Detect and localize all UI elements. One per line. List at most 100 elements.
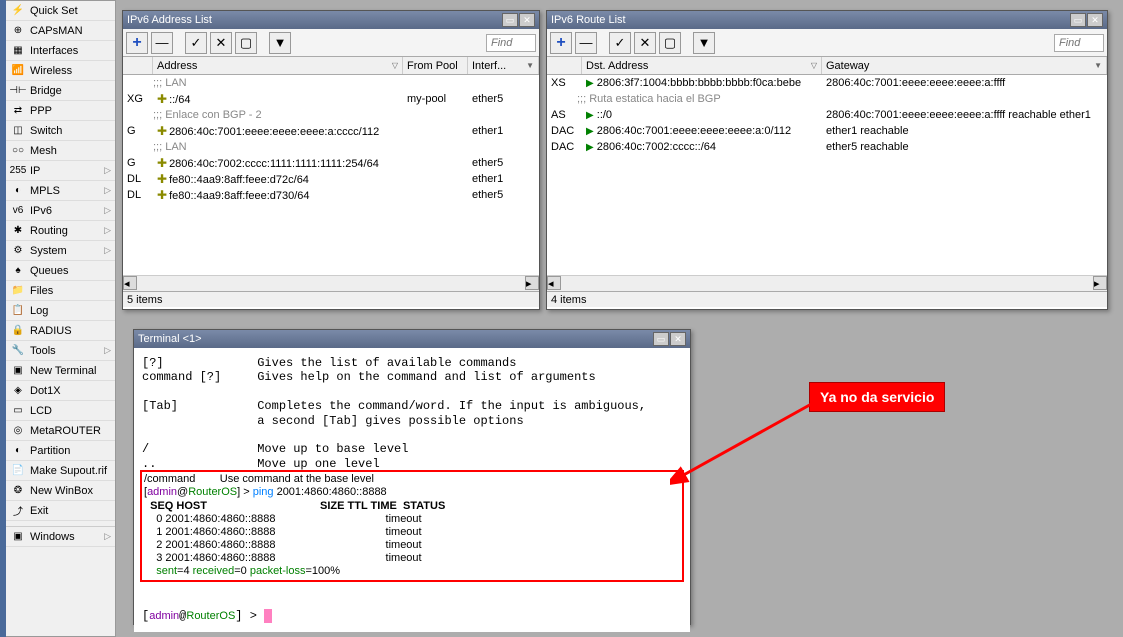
sidebar-item-mpls[interactable]: ◐MPLS▷ [6,181,115,201]
sidebar-item-radius[interactable]: 🔒RADIUS [6,321,115,341]
route-icon: ▶ [586,142,594,153]
table-row[interactable]: XS▶ 2806:3f7:1004:bbbb:bbbb:bbbb:f0ca:be… [547,75,1107,91]
comment-button[interactable]: ▢ [235,32,257,54]
interface-cell: ether1 [468,125,539,137]
sidebar-item-label: Routing [30,225,68,237]
filter-button[interactable]: ▼ [693,32,715,54]
sidebar-item-label: Windows [30,531,75,543]
horizontal-scrollbar[interactable]: ◂▸ [547,275,1107,291]
table-row[interactable]: DL✚fe80::4aa9:8aff:feee:d72c/64ether1 [123,171,539,187]
add-button[interactable]: + [550,32,572,54]
window-titlebar[interactable]: IPv6 Route List ▭ ✕ [547,11,1107,29]
col-address[interactable]: Address▽ [153,57,403,74]
find-input[interactable] [486,34,536,52]
sidebar-item-bridge[interactable]: ⊣⊢Bridge [6,81,115,101]
flag-cell: DL [123,173,153,185]
sidebar-item-wireless[interactable]: 📶Wireless [6,61,115,81]
sidebar-item-capsman[interactable]: ⊕CAPsMAN [6,21,115,41]
flag-cell: G [123,157,153,169]
menu-icon: 255 [10,163,26,179]
col-gateway[interactable]: Gateway▼ [822,57,1107,74]
table-row[interactable]: G✚2806:40c:7001:eeee:eeee:eeee:a:cccc/11… [123,123,539,139]
menu-icon: ⤴ [10,503,26,519]
table-row[interactable]: AS▶ ::/02806:40c:7001:eeee:eeee:eeee:a:f… [547,107,1107,123]
menu-icon: 🔧 [10,343,26,359]
table-row[interactable]: DAC▶ 2806:40c:7002:cccc::/64ether5 reach… [547,139,1107,155]
sidebar-item-dot1x[interactable]: ◈Dot1X [6,381,115,401]
minimize-button[interactable]: ▭ [502,13,518,27]
flag-cell: XS [547,77,582,89]
find-input[interactable] [1054,34,1104,52]
submenu-arrow-icon: ▷ [104,531,111,542]
terminal-output[interactable]: [?] Gives the list of available commands… [134,348,690,632]
col-frompool[interactable]: From Pool [403,57,468,74]
col-interface[interactable]: Interf...▼ [468,57,539,74]
horizontal-scrollbar[interactable]: ◂▸ [123,275,539,291]
add-button[interactable]: + [126,32,148,54]
annotation-arrow [670,397,830,487]
sidebar-item-routing[interactable]: ✱Routing▷ [6,221,115,241]
sidebar-item-log[interactable]: 📋Log [6,301,115,321]
window-titlebar[interactable]: IPv6 Address List ▭ ✕ [123,11,539,29]
comment-button[interactable]: ▢ [659,32,681,54]
sidebar-item-ppp[interactable]: ⇄PPP [6,101,115,121]
window-titlebar[interactable]: Terminal <1> ▭ ✕ [134,330,690,348]
sidebar-item-quick-set[interactable]: ⚡Quick Set [6,1,115,21]
table-row[interactable]: XG✚::/64my-poolether5 [123,91,539,107]
close-button[interactable]: ✕ [1087,13,1103,27]
route-table-body[interactable]: XS▶ 2806:3f7:1004:bbbb:bbbb:bbbb:f0ca:be… [547,75,1107,275]
remove-button[interactable]: — [151,32,173,54]
flag-cell: DL [123,189,153,201]
menu-icon: ◐ [10,443,26,459]
sidebar-item-interfaces[interactable]: ▦Interfaces [6,41,115,61]
disable-button[interactable]: ✕ [210,32,232,54]
sidebar-item-ipv6[interactable]: v6IPv6▷ [6,201,115,221]
dst-cell: ▶ 2806:40c:7002:cccc::/64 [582,141,822,153]
table-row[interactable]: DL✚fe80::4aa9:8aff:feee:d730/64ether5 [123,187,539,203]
sidebar-item-lcd[interactable]: ▭LCD [6,401,115,421]
submenu-arrow-icon: ▷ [104,185,111,196]
menu-icon: ✱ [10,223,26,239]
minimize-button[interactable]: ▭ [653,332,669,346]
sidebar-item-mesh[interactable]: ○○Mesh [6,141,115,161]
table-row[interactable]: DAC▶ 2806:40c:7001:eeee:eeee:eeee:a:0/11… [547,123,1107,139]
sidebar-item-switch[interactable]: ◫Switch [6,121,115,141]
sidebar-item-files[interactable]: 📁Files [6,281,115,301]
interface-cell: ether5 [468,93,539,105]
remove-button[interactable]: — [575,32,597,54]
sidebar-item-windows[interactable]: ▣Windows▷ [6,527,115,547]
table-row[interactable]: G✚2806:40c:7002:cccc:1111:1111:1111:254/… [123,155,539,171]
sidebar-item-ip[interactable]: 255IP▷ [6,161,115,181]
table-row[interactable]: ;;; LAN [123,139,539,155]
sidebar-item-exit[interactable]: ⤴Exit [6,501,115,521]
submenu-arrow-icon: ▷ [104,165,111,176]
sidebar-item-new-terminal[interactable]: ▣New Terminal [6,361,115,381]
menu-icon: ▦ [10,43,26,59]
sidebar-item-make-supout.rif[interactable]: 📄Make Supout.rif [6,461,115,481]
table-row[interactable]: ;;; Ruta estatica hacia el BGP [547,91,1107,107]
sidebar-item-label: PPP [30,105,52,117]
table-row[interactable]: ;;; Enlace con BGP - 2 [123,107,539,123]
enable-button[interactable]: ✓ [185,32,207,54]
filter-button[interactable]: ▼ [269,32,291,54]
address-table-body[interactable]: ;;; LANXG✚::/64my-poolether5;;; Enlace c… [123,75,539,275]
sidebar-item-label: System [30,245,67,257]
sidebar-item-queues[interactable]: ♠Queues [6,261,115,281]
menu-icon: 📄 [10,463,26,479]
sidebar-item-system[interactable]: ⚙System▷ [6,241,115,261]
sidebar-item-label: New Terminal [30,365,96,377]
close-button[interactable]: ✕ [670,332,686,346]
sidebar-item-partition[interactable]: ◐Partition [6,441,115,461]
enable-button[interactable]: ✓ [609,32,631,54]
sidebar-item-tools[interactable]: 🔧Tools▷ [6,341,115,361]
ipv6-address-list-window: IPv6 Address List ▭ ✕ + — ✓ ✕ ▢ ▼ Addres… [122,10,540,310]
minimize-button[interactable]: ▭ [1070,13,1086,27]
interface-cell: ether1 [468,173,539,185]
sidebar-item-metarouter[interactable]: ◎MetaROUTER [6,421,115,441]
table-row[interactable]: ;;; LAN [123,75,539,91]
disable-button[interactable]: ✕ [634,32,656,54]
close-button[interactable]: ✕ [519,13,535,27]
sidebar-item-new-winbox[interactable]: ❂New WinBox [6,481,115,501]
col-dst[interactable]: Dst. Address▽ [582,57,822,74]
sidebar-item-label: Tools [30,345,56,357]
